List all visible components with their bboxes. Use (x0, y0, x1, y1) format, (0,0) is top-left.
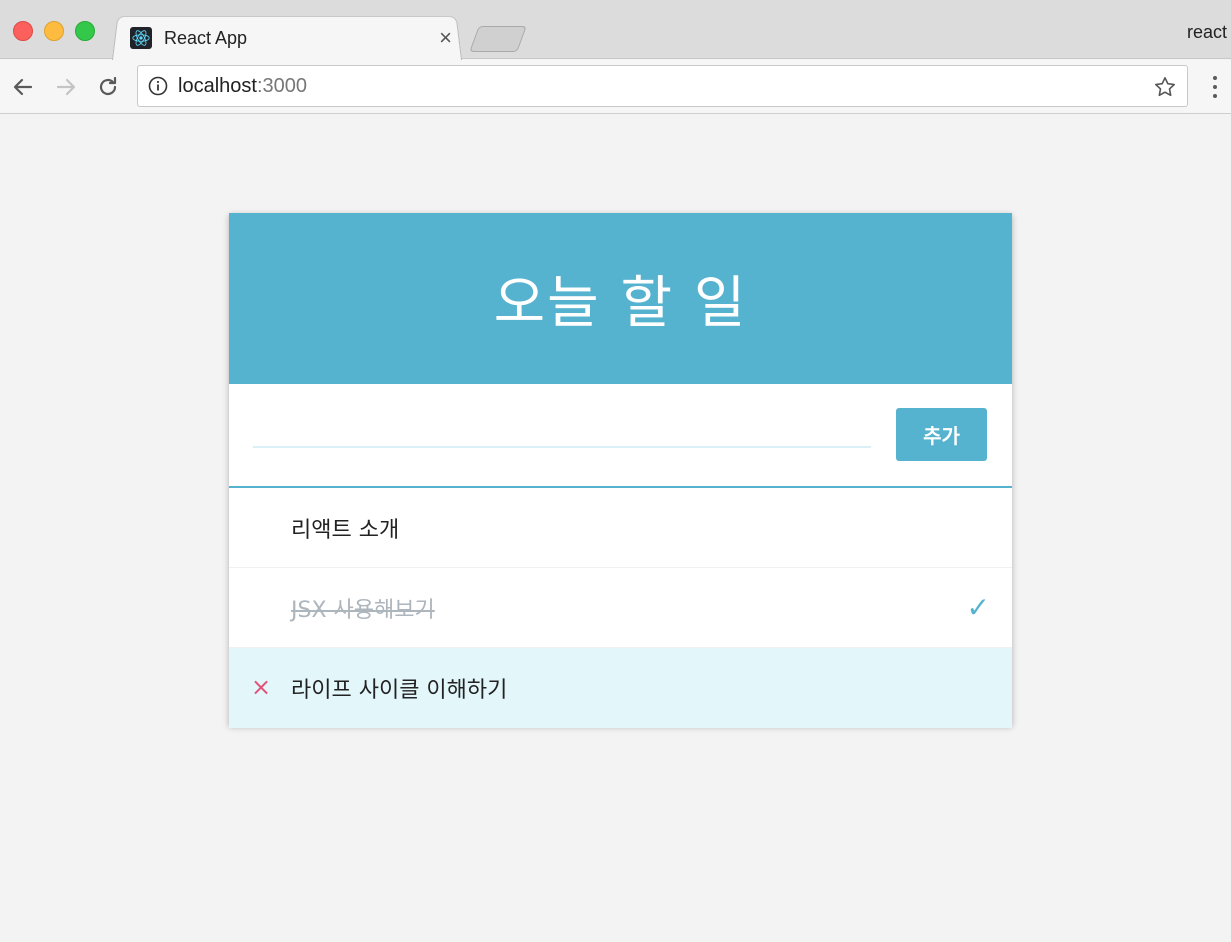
window-maximize-button[interactable] (75, 21, 95, 41)
address-bar[interactable]: localhost :3000 (137, 65, 1188, 107)
todo-item[interactable]: JSX 사용해보기 ✓ (229, 568, 1012, 648)
browser-tab-content[interactable]: React App × (130, 22, 460, 54)
profile-label[interactable]: react (1187, 22, 1227, 43)
star-icon[interactable] (1153, 75, 1177, 99)
todo-header: 오늘 할 일 (229, 213, 1012, 384)
reload-icon[interactable] (95, 74, 121, 100)
todo-list: 리액트 소개 JSX 사용해보기 ✓ × 라이프 사이클 이해하기 (229, 488, 1012, 728)
remove-icon[interactable] (251, 515, 269, 539)
todo-item[interactable]: × 라이프 사이클 이해하기 (229, 648, 1012, 728)
info-icon[interactable] (148, 76, 168, 96)
react-logo-icon (130, 27, 152, 49)
todo-input[interactable] (253, 414, 871, 448)
add-button[interactable]: 추가 (896, 408, 987, 461)
window-minimize-button[interactable] (44, 21, 64, 41)
remove-icon[interactable]: × (251, 675, 271, 699)
url-host: localhost (178, 74, 257, 97)
window-close-button[interactable] (13, 21, 33, 41)
browser-toolbar: localhost :3000 (0, 60, 1231, 114)
url-port: :3000 (256, 74, 307, 97)
todo-form: 추가 (229, 384, 1012, 488)
todo-template: 오늘 할 일 추가 리액트 소개 JSX 사용해보기 ✓ × 라이프 사이클 이해하기 (229, 213, 1012, 728)
page-title: 오늘 할 일 (493, 271, 748, 336)
arrow-right-icon[interactable] (53, 74, 79, 100)
todo-text: 리액트 소개 (291, 517, 400, 543)
tab-close-icon[interactable]: × (439, 27, 452, 49)
todo-text: JSX 사용해보기 (291, 597, 435, 623)
tab-title: React App (164, 27, 248, 48)
todo-text: 라이프 사이클 이해하기 (291, 678, 508, 703)
arrow-left-icon[interactable] (10, 74, 36, 100)
kebab-menu-icon[interactable] (1207, 73, 1223, 101)
check-mark-icon: ✓ (966, 591, 990, 624)
browser-titlebar: React App × react (0, 0, 1231, 60)
todo-item[interactable]: 리액트 소개 (229, 488, 1012, 568)
remove-icon[interactable] (251, 595, 269, 619)
new-tab-button[interactable] (469, 26, 527, 52)
